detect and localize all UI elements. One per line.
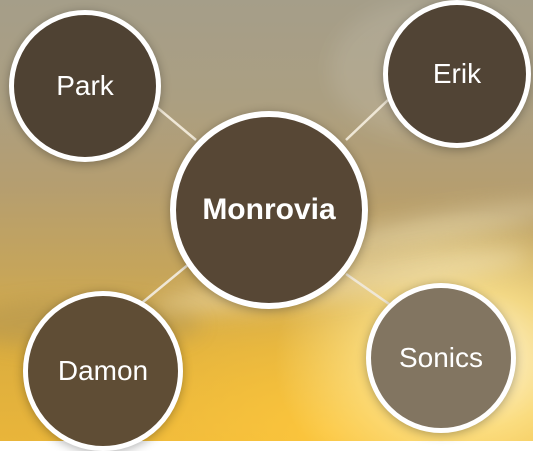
node-label: Erik [432, 58, 482, 89]
node-label: Sonics [398, 342, 484, 373]
link-center-park [152, 103, 197, 141]
node-park[interactable]: Park [9, 10, 161, 162]
link-center-damon [136, 263, 190, 308]
node-erik[interactable]: Erik [383, 0, 531, 148]
link-center-sonics [345, 272, 393, 308]
node-monrovia[interactable]: Monrovia [170, 111, 368, 309]
node-damon[interactable]: Damon [23, 291, 183, 451]
link-center-erik [345, 99, 389, 141]
node-label: Park [56, 70, 114, 101]
node-label: Damon [57, 355, 149, 386]
node-sonics[interactable]: Sonics [366, 283, 516, 433]
center-node-label: Monrovia [202, 193, 336, 226]
